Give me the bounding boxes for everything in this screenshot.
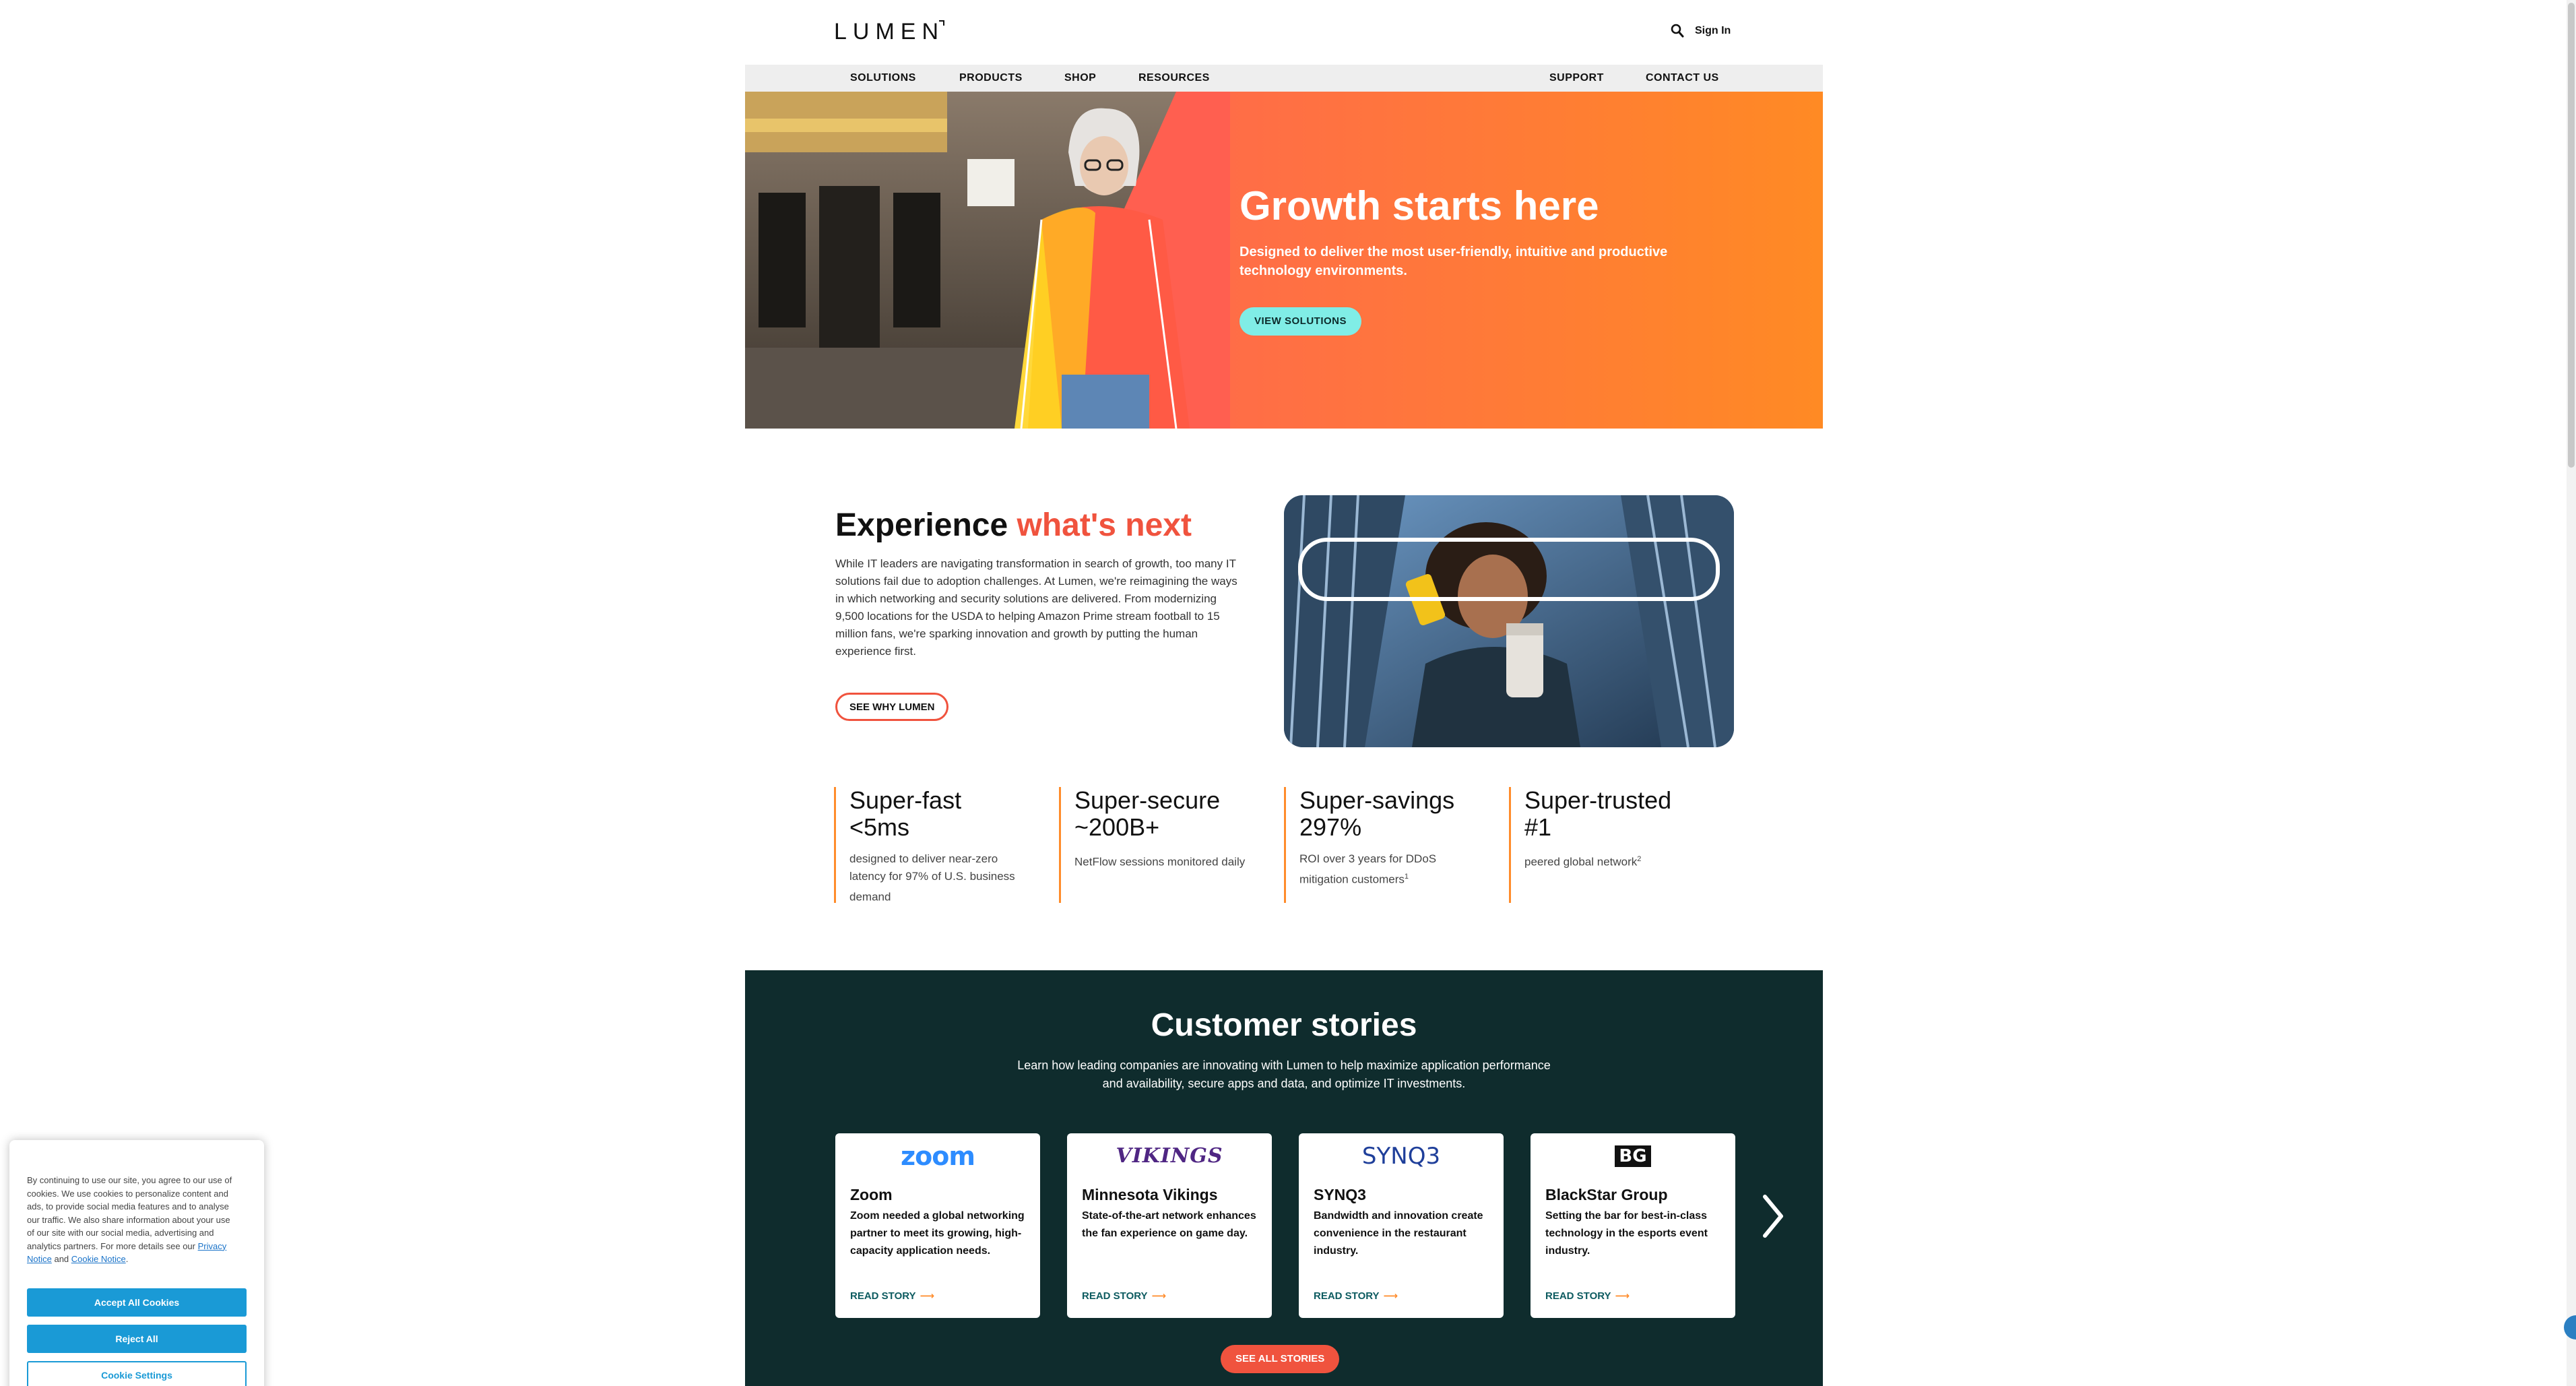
read-story-link[interactable]: READ STORY ⟶ bbox=[1082, 1290, 1166, 1302]
cookie-text-and: and bbox=[51, 1254, 71, 1264]
arrow-right-icon: ⟶ bbox=[1383, 1290, 1398, 1302]
experience-title-part1: Experience bbox=[835, 507, 1017, 543]
see-all-stories-button[interactable]: SEE ALL STORIES bbox=[1221, 1345, 1340, 1373]
footnote-ref: 1 bbox=[1404, 873, 1409, 881]
read-story-link[interactable]: READ STORY ⟶ bbox=[850, 1290, 934, 1302]
experience-title-accent: what's next bbox=[1017, 507, 1192, 543]
story-card-synq3[interactable]: SYNQ3 SYNQ3 Bandwidth and innovation cre… bbox=[1299, 1133, 1504, 1318]
read-story-link[interactable]: READ STORY ⟶ bbox=[1314, 1290, 1398, 1302]
experience-section: Experience what's next While IT leaders … bbox=[745, 472, 1823, 755]
hero-subtitle: Designed to deliver the most user-friend… bbox=[1239, 245, 1668, 278]
synq3-logo: SYNQ3 bbox=[1299, 1141, 1504, 1171]
experience-title: Experience what's next bbox=[835, 507, 1192, 544]
stat-value: <5ms bbox=[849, 813, 910, 841]
stat-value: #1 bbox=[1524, 813, 1552, 841]
cookie-notice-link[interactable]: Cookie Notice bbox=[71, 1254, 126, 1264]
vikings-logo: VIKINGS bbox=[1067, 1141, 1272, 1171]
nav-item-products[interactable]: PRODUCTS bbox=[959, 72, 1023, 84]
cookie-settings-button[interactable]: Cookie Settings bbox=[27, 1361, 247, 1386]
read-story-label: READ STORY bbox=[1314, 1290, 1380, 1302]
zoom-logo-text: zoom bbox=[901, 1141, 975, 1171]
stat-description-text: peered global network bbox=[1524, 855, 1638, 869]
arrow-right-icon: ⟶ bbox=[920, 1290, 935, 1302]
read-story-label: READ STORY bbox=[850, 1290, 916, 1302]
hero-banner: Growth starts here Designed to deliver t… bbox=[745, 92, 1823, 429]
blackstar-logo-text: BG bbox=[1615, 1145, 1651, 1167]
synq3-logo-text: SYNQ3 bbox=[1361, 1143, 1441, 1170]
stat-description-text: ROI over 3 years for DDoS mitigation cus… bbox=[1299, 852, 1437, 886]
stat-description: peered global network2 bbox=[1524, 850, 1706, 871]
customer-stories-section: Customer stories Learn how leading compa… bbox=[745, 970, 1823, 1386]
arrow-right-icon: ⟶ bbox=[1151, 1290, 1167, 1302]
sign-in-link[interactable]: Sign In bbox=[1695, 25, 1731, 37]
reject-all-button[interactable]: Reject All bbox=[27, 1325, 247, 1353]
stat-description: designed to deliver near-zero latency fo… bbox=[849, 850, 1031, 906]
logo-mark-icon bbox=[939, 20, 944, 26]
card-description: Setting the bar for best-in-class techno… bbox=[1545, 1210, 1708, 1257]
main-nav: SOLUTIONS PRODUCTS SHOP RESOURCES SUPPOR… bbox=[745, 65, 1823, 92]
nav-item-contact-us[interactable]: CONTACT US bbox=[1646, 72, 1719, 84]
read-story-label: READ STORY bbox=[1545, 1290, 1611, 1302]
stat-heading: Super-savings bbox=[1299, 786, 1455, 814]
stat-super-savings: Super-savings 297% ROI over 3 years for … bbox=[1284, 787, 1486, 903]
card-description: State-of-the-art network enhances the fa… bbox=[1082, 1210, 1256, 1239]
hero-title: Growth starts here bbox=[1239, 183, 1599, 228]
help-widget-tab[interactable] bbox=[2564, 1315, 2576, 1340]
chevron-right-icon[interactable] bbox=[1760, 1193, 1786, 1240]
stats-row: Super-fast <5ms designed to deliver near… bbox=[745, 786, 1823, 906]
hero-woman-image bbox=[745, 92, 1230, 429]
card-description: Bandwidth and innovation create convenie… bbox=[1314, 1210, 1483, 1257]
stat-super-secure: Super-secure ~200B+ NetFlow sessions mon… bbox=[1059, 787, 1261, 903]
stat-heading: Super-fast bbox=[849, 786, 962, 814]
story-card-blackstar[interactable]: BG BlackStar Group Setting the bar for b… bbox=[1531, 1133, 1735, 1318]
stat-value: 297% bbox=[1299, 813, 1362, 841]
read-story-label: READ STORY bbox=[1082, 1290, 1148, 1302]
card-title: SYNQ3 bbox=[1314, 1186, 1366, 1203]
stories-subtitle: Learn how leading companies are innovati… bbox=[1017, 1059, 1551, 1090]
blackstar-logo: BG bbox=[1531, 1141, 1735, 1171]
nav-item-shop[interactable]: SHOP bbox=[1064, 72, 1096, 84]
view-solutions-button[interactable]: VIEW SOLUTIONS bbox=[1239, 307, 1362, 336]
nav-item-resources[interactable]: RESOURCES bbox=[1138, 72, 1210, 84]
story-card-zoom[interactable]: zoom Zoom Zoom needed a global networkin… bbox=[835, 1133, 1040, 1318]
nav-item-solutions[interactable]: SOLUTIONS bbox=[850, 72, 916, 84]
stat-value: ~200B+ bbox=[1074, 813, 1160, 841]
stat-description: NetFlow sessions monitored daily bbox=[1074, 850, 1256, 871]
stat-heading: Super-trusted bbox=[1524, 786, 1672, 814]
card-title: Minnesota Vikings bbox=[1082, 1186, 1218, 1203]
lumen-logo[interactable]: LUMEN bbox=[834, 19, 944, 45]
stories-title: Customer stories bbox=[1151, 1007, 1417, 1043]
stat-description-text: NetFlow sessions monitored daily bbox=[1074, 855, 1246, 869]
site-header: LUMEN Sign In bbox=[745, 0, 1823, 65]
vikings-logo-text: VIKINGS bbox=[1116, 1144, 1223, 1168]
read-story-link[interactable]: READ STORY ⟶ bbox=[1545, 1290, 1630, 1302]
cookie-consent-banner: By continuing to use our site, you agree… bbox=[9, 1140, 264, 1386]
experience-body: While IT leaders are navigating transfor… bbox=[835, 557, 1237, 658]
accept-all-cookies-button[interactable]: Accept All Cookies bbox=[27, 1288, 247, 1317]
footnote-ref: 2 bbox=[1637, 855, 1642, 863]
card-title: Zoom bbox=[850, 1186, 893, 1203]
cookie-text-end: . bbox=[125, 1254, 129, 1264]
card-description: Zoom needed a global networking partner … bbox=[850, 1210, 1025, 1257]
stat-super-trusted: Super-trusted #1 peered global network2 bbox=[1509, 787, 1711, 903]
story-card-vikings[interactable]: VIKINGS Minnesota Vikings State-of-the-a… bbox=[1067, 1133, 1272, 1318]
zoom-logo: zoom bbox=[835, 1141, 1040, 1171]
card-title: BlackStar Group bbox=[1545, 1186, 1668, 1203]
stat-description-text: designed to deliver near-zero latency fo… bbox=[849, 852, 1015, 904]
cookie-text: By continuing to use our site, you agree… bbox=[27, 1174, 237, 1266]
search-icon[interactable] bbox=[1671, 24, 1684, 38]
arrow-right-icon: ⟶ bbox=[1615, 1290, 1630, 1302]
woman-with-phone-image bbox=[1284, 495, 1734, 747]
stat-heading: Super-secure bbox=[1074, 786, 1221, 814]
scrollbar-thumb[interactable] bbox=[2568, 3, 2575, 468]
stat-description: ROI over 3 years for DDoS mitigation cus… bbox=[1299, 850, 1481, 889]
stat-super-fast: Super-fast <5ms designed to deliver near… bbox=[834, 786, 1036, 906]
cookie-text-main: By continuing to use our site, you agree… bbox=[27, 1175, 232, 1251]
see-why-lumen-button[interactable]: SEE WHY LUMEN bbox=[835, 693, 949, 721]
nav-item-support[interactable]: SUPPORT bbox=[1549, 72, 1604, 84]
